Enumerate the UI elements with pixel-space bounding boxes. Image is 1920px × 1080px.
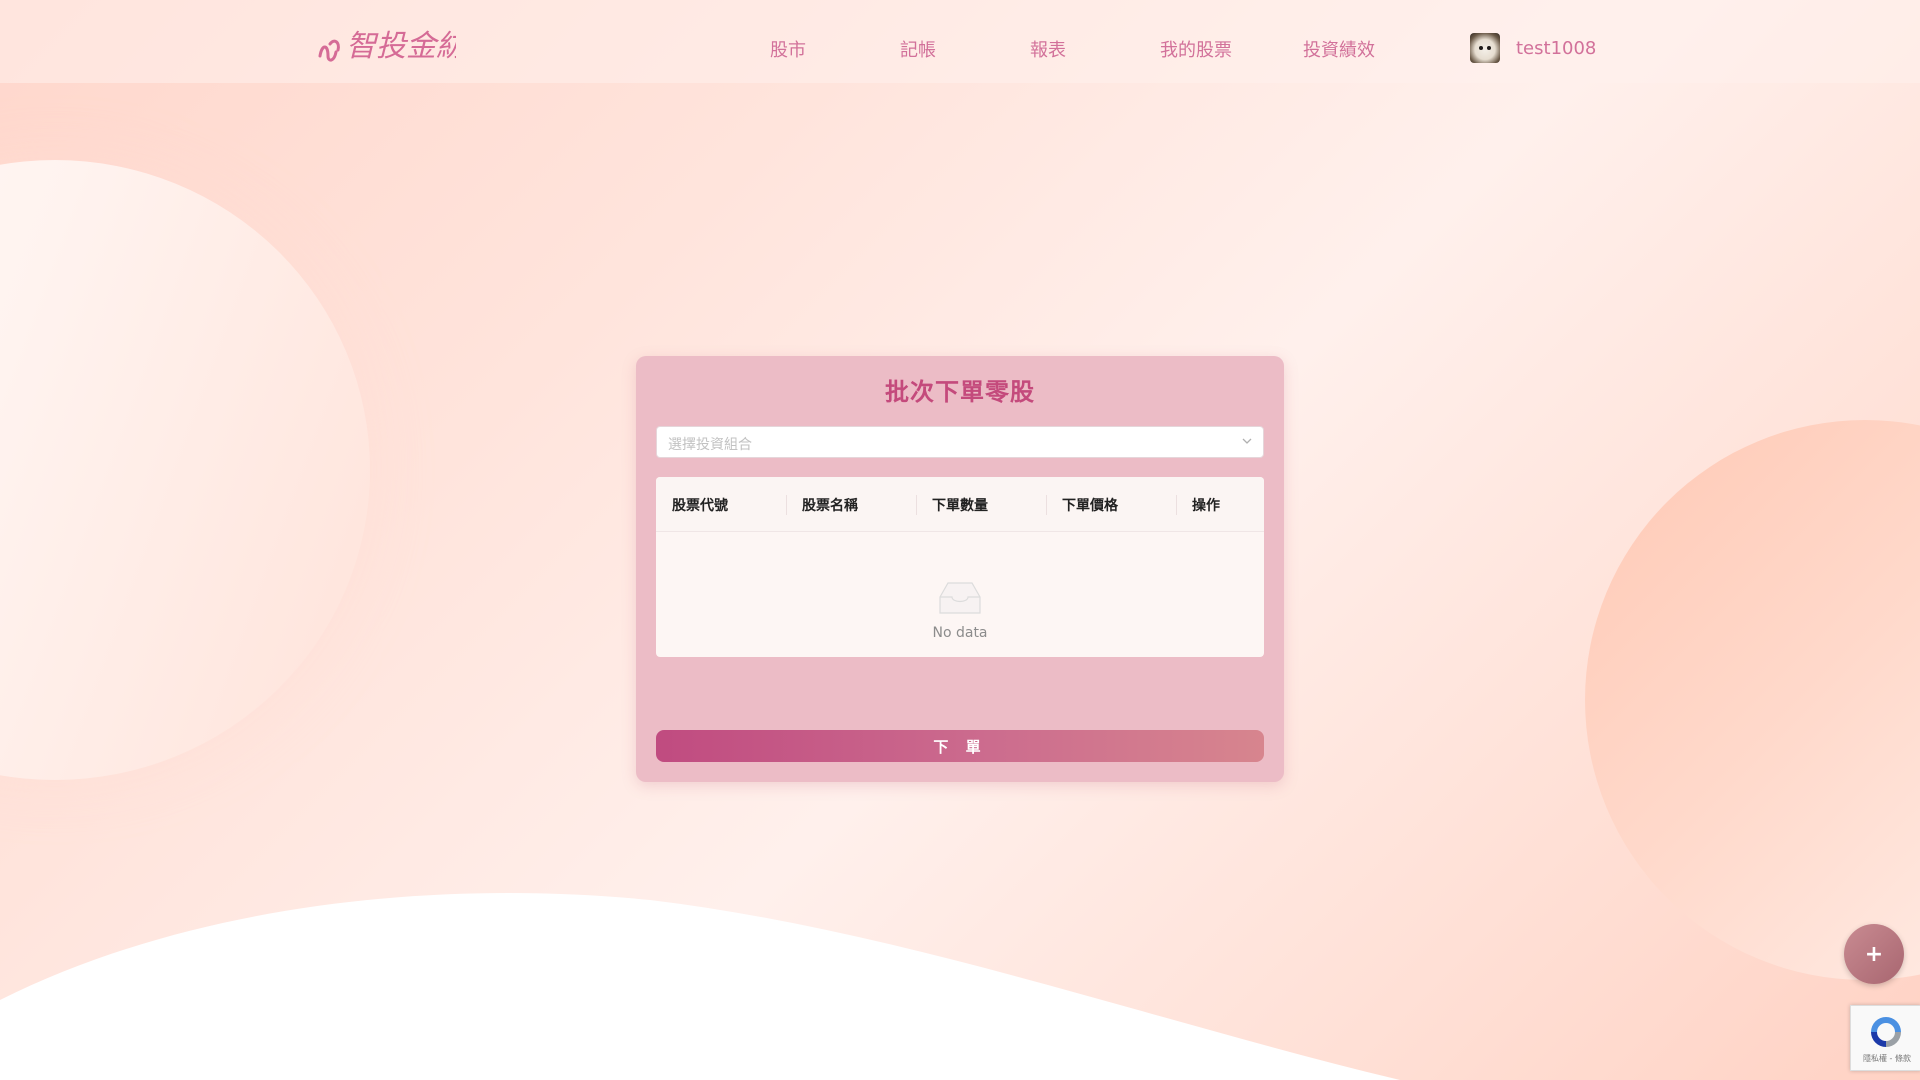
username: test1008 [1516, 37, 1597, 59]
portfolio-select-placeholder: 選擇投資組合 [668, 437, 752, 453]
user-menu[interactable]: test1008 [1470, 32, 1596, 64]
nav-item-investment-performance[interactable]: 投資績效 [1303, 36, 1375, 62]
column-divider [1176, 495, 1177, 515]
table-header: 股票代號 股票名稱 下單數量 下單價格 操作 [656, 477, 1264, 532]
nav-item-stock-market[interactable]: 股市 [770, 36, 806, 62]
background-wave [0, 893, 1400, 1080]
column-divider [786, 495, 787, 515]
empty-state: No data [656, 577, 1264, 641]
nav-item-bookkeeping[interactable]: 記帳 [900, 36, 936, 62]
order-table: 股票代號 股票名稱 下單數量 下單價格 操作 No data [656, 477, 1264, 657]
avatar[interactable] [1470, 33, 1500, 63]
floating-add-button[interactable]: + [1844, 924, 1904, 984]
brand-logo[interactable]: 智投金紡 [316, 22, 456, 70]
column-divider [916, 495, 917, 515]
recaptcha-badge[interactable]: 隱私權 - 條款 [1850, 1005, 1920, 1071]
nav-item-reports[interactable]: 報表 [1030, 36, 1066, 62]
chevron-down-icon [1242, 438, 1252, 444]
svg-text:智投金紡: 智投金紡 [346, 29, 456, 64]
recaptcha-links[interactable]: 隱私權 - 條款 [1855, 1053, 1919, 1064]
column-header-order-quantity: 下單數量 [932, 498, 988, 514]
column-header-stock-code: 股票代號 [672, 498, 728, 514]
page: 智投金紡 股市 記帳 報表 我的股票 投資績效 test1008 批次下單零股 … [0, 0, 1920, 1080]
nav-item-my-stocks[interactable]: 我的股票 [1160, 36, 1232, 62]
recaptcha-icon [1871, 1017, 1901, 1047]
column-header-order-price: 下單價格 [1062, 498, 1118, 514]
submit-order-button[interactable]: 下 單 [656, 730, 1264, 762]
column-header-actions: 操作 [1192, 498, 1220, 514]
background-circle-left [0, 160, 370, 780]
top-navbar: 智投金紡 股市 記帳 報表 我的股票 投資績效 test1008 [0, 0, 1920, 83]
empty-inbox-icon [939, 582, 981, 614]
portfolio-select[interactable]: 選擇投資組合 [656, 426, 1264, 458]
column-divider [1046, 495, 1047, 515]
batch-order-card: 批次下單零股 選擇投資組合 股票代號 股票名稱 下單數量 下單價格 操作 No … [636, 356, 1284, 782]
empty-state-text: No data [932, 625, 988, 641]
card-title: 批次下單零股 [885, 378, 1035, 406]
column-header-stock-name: 股票名稱 [802, 498, 858, 514]
